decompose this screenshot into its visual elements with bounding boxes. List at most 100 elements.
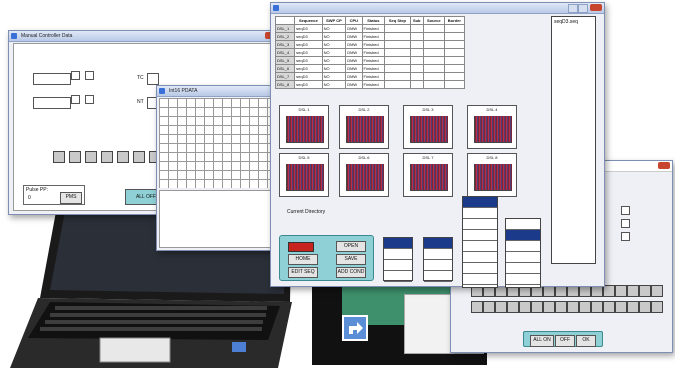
channel-toggle[interactable] <box>85 151 97 163</box>
keypad-action-bar: ALL ON OFF OK <box>523 331 603 347</box>
key[interactable] <box>519 301 531 313</box>
list-item[interactable] <box>463 219 497 230</box>
list-item[interactable] <box>463 263 497 274</box>
plot-dsl-1: DSL 1 <box>279 105 329 149</box>
list-item[interactable] <box>424 260 452 271</box>
table-row[interactable]: DSL_1 seqD3 NO DMW Finished <box>274 24 466 33</box>
mode-field-1[interactable] <box>33 73 71 85</box>
key[interactable] <box>615 301 627 313</box>
table-row[interactable]: DSL_2 seqD3 NO DMW Finished <box>274 32 466 41</box>
list-item[interactable] <box>384 260 412 271</box>
pulse-label: Pulse PP: <box>26 187 48 193</box>
list-item[interactable] <box>463 241 497 252</box>
mode-field-2[interactable] <box>33 97 71 109</box>
list-item[interactable] <box>463 274 497 285</box>
channel-toggle[interactable] <box>53 151 65 163</box>
table-cell: seqD3 <box>294 64 323 73</box>
table-row[interactable]: DSL_3 seqD3 NO DMW Finished <box>274 40 466 49</box>
table-cell <box>409 56 424 65</box>
minimize-icon[interactable] <box>568 4 578 13</box>
key[interactable] <box>567 301 579 313</box>
channel-toggle[interactable] <box>117 151 129 163</box>
key[interactable] <box>603 301 615 313</box>
option-checkbox-1[interactable] <box>71 71 80 80</box>
list-item[interactable] <box>424 238 452 249</box>
key[interactable] <box>627 285 639 297</box>
channel-listbox-2[interactable] <box>423 237 453 282</box>
table-row[interactable]: DSL_5 seqD3 NO DMW Finished <box>274 56 466 65</box>
shortcut-icon[interactable] <box>342 315 368 341</box>
key[interactable] <box>495 301 507 313</box>
option-checkbox-2[interactable] <box>85 71 94 80</box>
list-item[interactable] <box>424 249 452 260</box>
pms-button[interactable]: PMS <box>60 192 82 204</box>
list-item[interactable] <box>506 230 540 241</box>
table-row[interactable]: DSL_7 seqD3 NO DMW Finished <box>274 72 466 81</box>
key[interactable] <box>507 301 519 313</box>
tc-field[interactable] <box>147 73 159 85</box>
option-checkbox-3[interactable] <box>71 95 80 104</box>
channel-toggle[interactable] <box>101 151 113 163</box>
list-item[interactable] <box>463 252 497 263</box>
plot-title: DSL 3 <box>422 107 434 112</box>
key[interactable] <box>615 285 627 297</box>
table-cell: DSL_7 <box>274 72 296 81</box>
list-item[interactable] <box>463 230 497 241</box>
keypad-checkbox-2[interactable] <box>621 219 630 228</box>
close-icon[interactable] <box>590 4 602 11</box>
channel-listbox-1[interactable] <box>383 237 413 282</box>
key[interactable] <box>639 301 651 313</box>
key[interactable] <box>651 285 663 297</box>
sequence-file-list[interactable]: seqD3.seq <box>551 16 596 264</box>
step-listbox-1[interactable] <box>462 196 498 288</box>
list-item[interactable] <box>506 252 540 263</box>
save-button[interactable]: SAVE <box>336 254 366 265</box>
key[interactable] <box>651 301 663 313</box>
table-cell <box>422 80 445 89</box>
maximize-icon[interactable] <box>578 4 588 13</box>
plot-title: DSL 4 <box>486 107 498 112</box>
option-checkbox-4[interactable] <box>85 95 94 104</box>
list-item[interactable] <box>506 241 540 252</box>
list-item[interactable] <box>384 238 412 249</box>
key[interactable] <box>531 301 543 313</box>
all-on-button[interactable]: ALL ON <box>530 335 554 347</box>
key[interactable] <box>543 301 555 313</box>
table-cell <box>422 56 445 65</box>
table-cell <box>443 80 466 89</box>
list-item[interactable] <box>384 249 412 260</box>
sequencer-window: Sequence SWP CP CPU Status Seq Step Sub … <box>270 2 605 287</box>
key[interactable] <box>591 301 603 313</box>
edit-seq-button[interactable]: EDIT SEQ <box>288 267 318 278</box>
keypad-checkbox-3[interactable] <box>621 232 630 241</box>
ok-button[interactable]: OK <box>576 335 596 347</box>
key[interactable] <box>555 301 567 313</box>
table-row[interactable]: DSL_6 seqD3 NO DMW Finished <box>274 64 466 73</box>
open-button[interactable]: OPEN <box>336 241 366 252</box>
table-row[interactable]: DSL_4 seqD3 NO DMW Finished <box>274 48 466 57</box>
key[interactable] <box>639 285 651 297</box>
key[interactable] <box>579 301 591 313</box>
key[interactable] <box>627 301 639 313</box>
off-button[interactable]: OFF <box>555 335 575 347</box>
list-item[interactable] <box>384 271 412 282</box>
close-icon[interactable] <box>658 162 670 169</box>
key[interactable] <box>483 301 495 313</box>
channel-toggle[interactable] <box>69 151 81 163</box>
table-row[interactable]: DSL_8 seqD3 NO DMW Finished <box>274 80 466 89</box>
table-cell: DSL_4 <box>274 48 296 57</box>
key[interactable] <box>471 301 483 313</box>
list-item[interactable] <box>506 219 540 230</box>
list-item[interactable] <box>506 274 540 285</box>
list-item[interactable] <box>424 271 452 282</box>
home-button[interactable]: HOME <box>288 254 318 265</box>
add-cond-button[interactable]: ADD COND <box>336 267 366 278</box>
list-item[interactable] <box>506 263 540 274</box>
list-item[interactable] <box>463 208 497 219</box>
list-item[interactable] <box>463 197 497 208</box>
step-listbox-2[interactable] <box>505 218 541 288</box>
channel-toggle[interactable] <box>133 151 145 163</box>
keypad-checkbox-1[interactable] <box>621 206 630 215</box>
table-cell <box>443 40 466 49</box>
stop-button[interactable] <box>288 242 314 252</box>
